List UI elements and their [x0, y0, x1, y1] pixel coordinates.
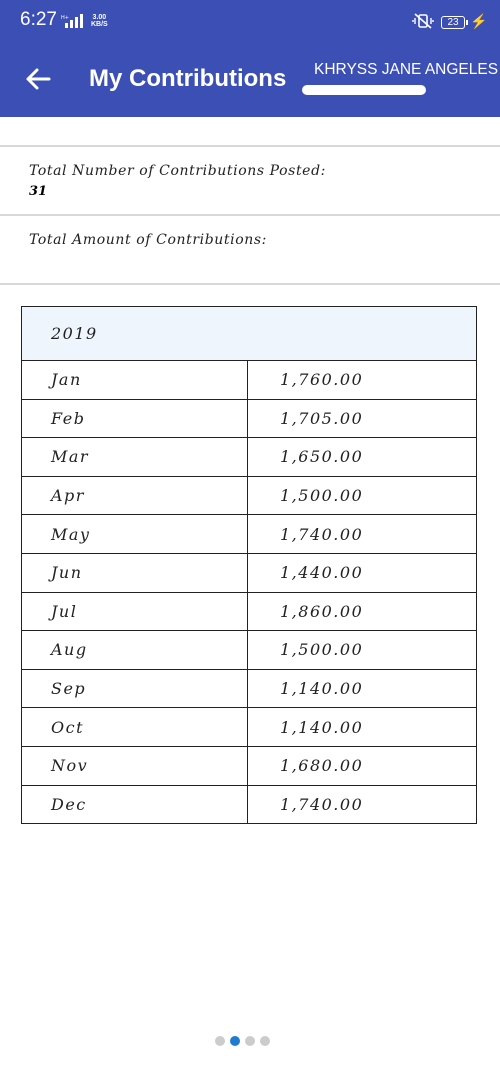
table-row: Feb 1,705.00: [21, 398, 477, 439]
month-cell: Jan: [21, 360, 248, 400]
battery-indicator: 23: [441, 16, 468, 29]
page-indicator: [215, 1033, 275, 1051]
status-time: 6:27: [20, 9, 57, 30]
amount-cell: 1,860.00: [247, 591, 477, 632]
month-cell: Sep: [21, 668, 248, 709]
redaction-mark: [302, 85, 426, 95]
month-cell: May: [21, 514, 248, 554]
arrow-left-icon[interactable]: [22, 63, 54, 95]
page-dot[interactable]: [245, 1036, 255, 1046]
vibrate-off-icon: [412, 13, 434, 29]
table-row: Mar 1,650.00: [21, 437, 477, 477]
table-row: Apr 1,500.00: [21, 475, 477, 516]
total-amount-label: Total Amount of Contributions:: [29, 232, 267, 248]
divider: [0, 214, 500, 216]
amount-cell: 1,740.00: [247, 784, 477, 825]
contributions-table: 2019 Jan 1,760.00 Feb 1,705.00 Mar 1,650.00 Ap…: [21, 306, 477, 825]
divider: [0, 283, 500, 285]
contributions-table-body: 2019 Jan 1,760.00 Feb 1,705.00 Mar 1,650.00 Ap…: [21, 306, 477, 825]
table-row: Jan 1,760.00: [21, 360, 477, 400]
amount-cell: 1,500.00: [247, 630, 477, 670]
table-row: Aug 1,500.00: [21, 630, 477, 670]
month-cell: Oct: [21, 707, 248, 747]
amount-cell: 1,740.00: [247, 514, 477, 554]
month-cell: Dec: [21, 784, 248, 825]
page-dot[interactable]: [230, 1036, 240, 1046]
page-dot[interactable]: [215, 1036, 225, 1046]
table-row: Jul 1,860.00: [21, 591, 477, 632]
year-header-row: 2019: [21, 306, 477, 361]
month-cell: Jun: [21, 552, 248, 593]
bolt-icon: ⚡: [470, 13, 488, 29]
network-speed-value: 3.00: [92, 14, 107, 21]
posted-count-value: 31: [29, 184, 48, 199]
amount-cell: 1,500.00: [247, 475, 477, 516]
month-cell: Nov: [21, 745, 248, 786]
network-speed-unit: KB/S: [91, 21, 108, 28]
amount-cell: 1,680.00: [247, 745, 477, 786]
table-row: Sep 1,140.00: [21, 668, 477, 709]
table-row: Dec 1,740.00: [21, 784, 477, 825]
network-speed: 3.00 KB/S: [91, 14, 108, 28]
page-title: My Contributions: [89, 65, 287, 92]
amount-cell: 1,760.00: [247, 360, 477, 400]
amount-cell: 1,140.00: [247, 668, 477, 709]
amount-cell: 1,440.00: [247, 552, 477, 593]
table-row: Oct 1,140.00: [21, 707, 477, 747]
network-type: H+: [61, 15, 69, 21]
table-row: May 1,740.00: [21, 514, 477, 554]
amount-cell: 1,705.00: [247, 398, 477, 439]
user-name: KHRYSS JANE ANGELES: [314, 61, 499, 78]
signal-icon: H+: [61, 14, 83, 28]
amount-cell: 1,140.00: [247, 707, 477, 747]
app-bar: My Contributions KHRYSS JANE ANGELES: [0, 40, 500, 117]
amount-cell: 1,650.00: [247, 437, 477, 477]
table-row: Jun 1,440.00: [21, 552, 477, 593]
month-cell: Aug: [21, 630, 248, 670]
month-cell: Jul: [21, 591, 248, 632]
posted-count-label: Total Number of Contributions Posted:: [29, 163, 326, 179]
status-bar: 6:27 H+ 3.00 KB/S 23 ⚡: [0, 0, 500, 40]
month-cell: Apr: [21, 475, 248, 516]
month-cell: Feb: [21, 398, 248, 439]
table-row: Nov 1,680.00: [21, 745, 477, 786]
year-label: 2019: [21, 306, 477, 361]
page-dot[interactable]: [260, 1036, 270, 1046]
month-cell: Mar: [21, 437, 248, 477]
divider: [0, 145, 500, 147]
